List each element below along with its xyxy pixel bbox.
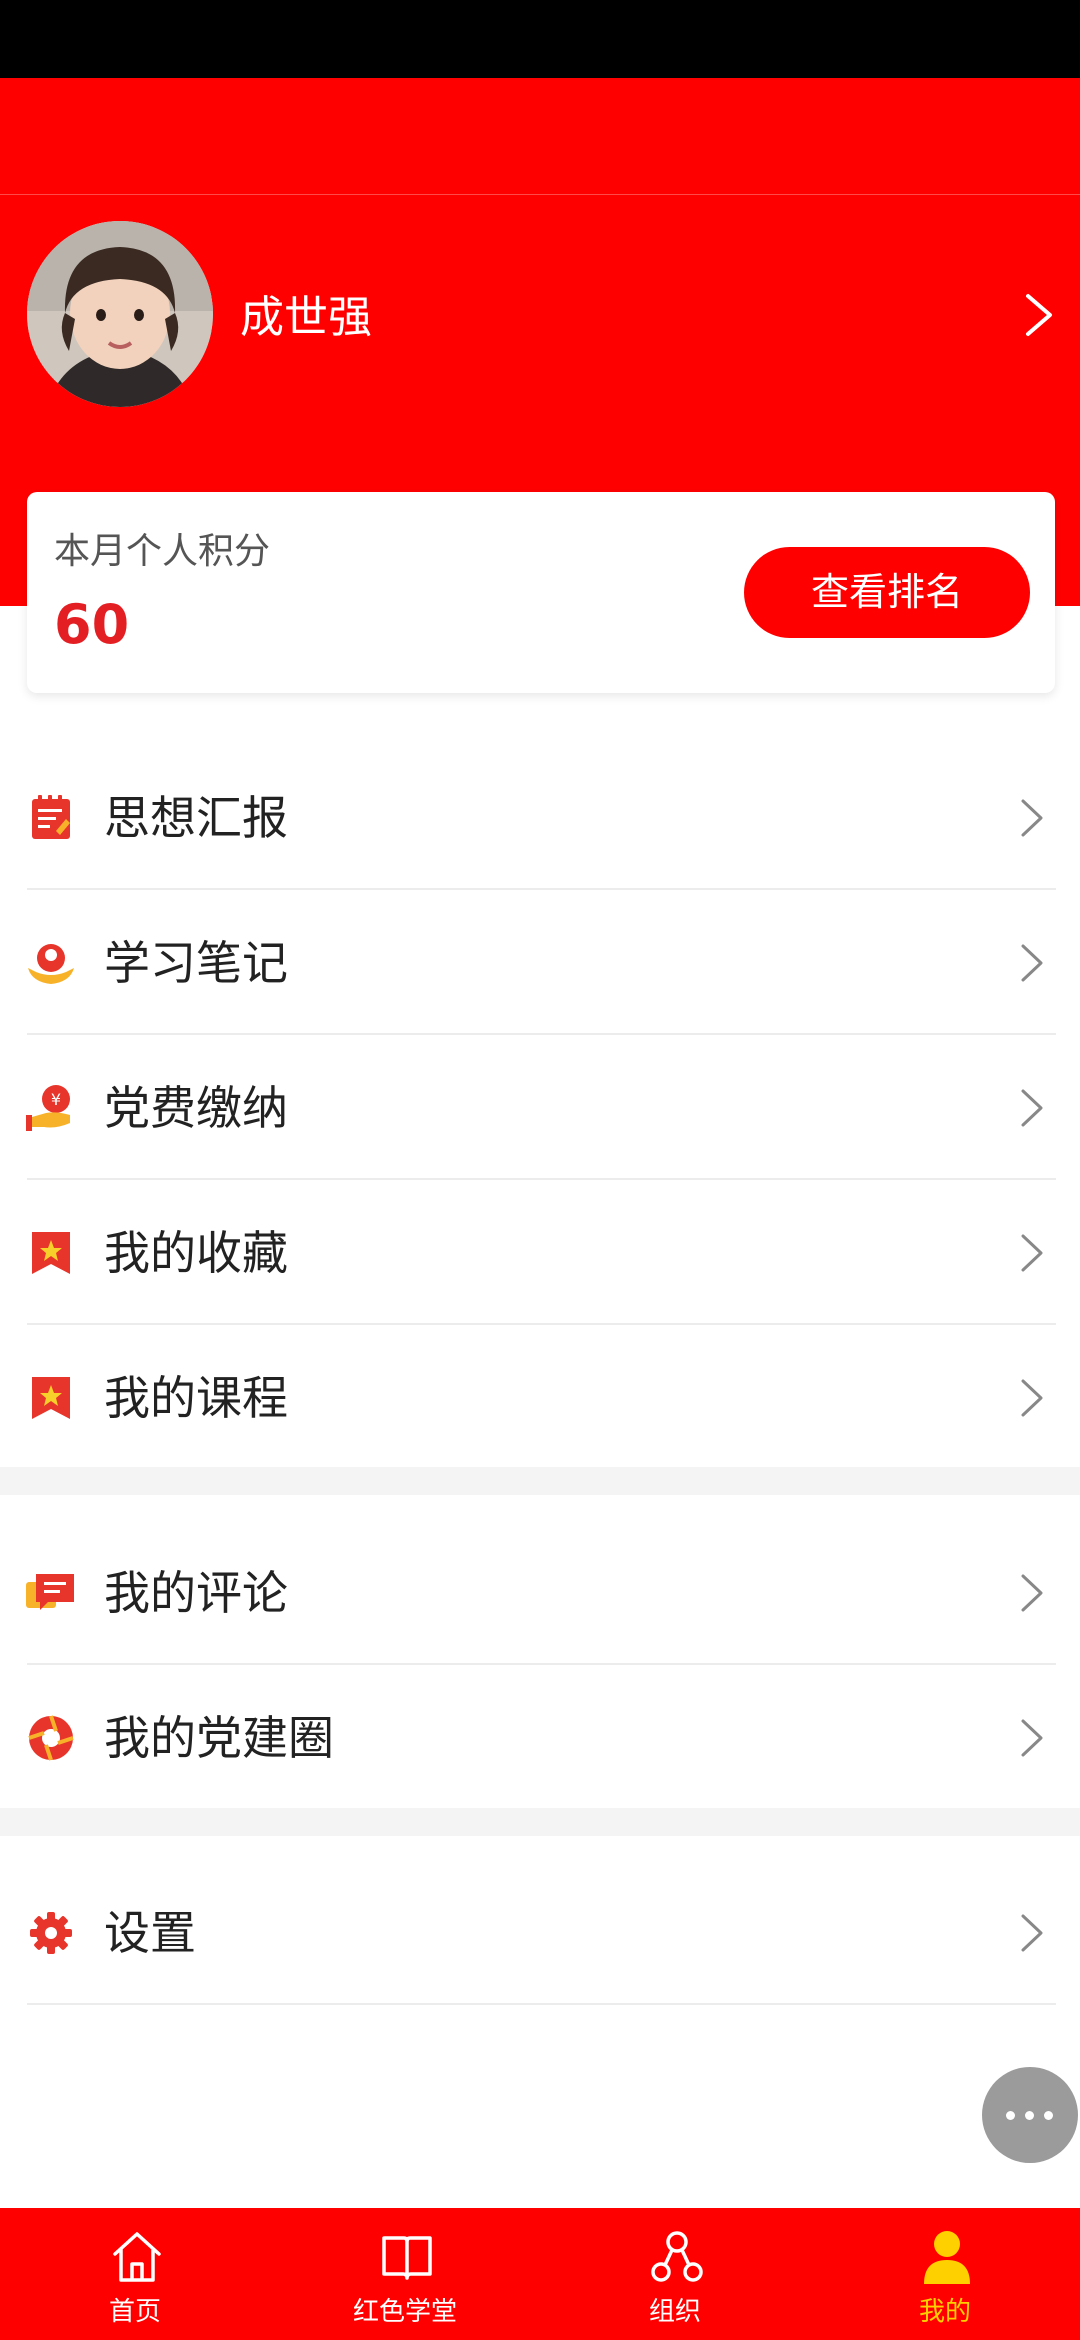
section-gap xyxy=(0,1808,1080,1836)
score-value: 60 xyxy=(54,593,130,656)
menu-item-label: 学习笔记 xyxy=(104,936,288,990)
chevron-right-icon xyxy=(1021,1234,1043,1272)
menu-item-label: 我的评论 xyxy=(104,1566,288,1620)
tab-label: 首页 xyxy=(108,2297,161,2327)
tab-home[interactable]: 首页 xyxy=(0,2208,270,2340)
menu-item-my-comments[interactable]: 我的评论 xyxy=(0,1520,1080,1665)
dot xyxy=(1025,2111,1034,2120)
circle-aperture-icon xyxy=(28,1715,74,1761)
avatar-photo xyxy=(27,221,213,407)
bottom-tab-bar: 首页 红色学堂 组织 我的 xyxy=(0,2208,1080,2340)
top-bar xyxy=(0,78,1080,195)
tab-label: 我的 xyxy=(918,2297,971,2327)
menu-item-party-circle[interactable]: 我的党建圈 xyxy=(0,1665,1080,1810)
menu-item-label: 设置 xyxy=(104,1906,196,1960)
chevron-right-icon xyxy=(1021,944,1043,982)
organization-icon xyxy=(651,2231,703,2282)
floating-more-button[interactable] xyxy=(982,2067,1078,2163)
tab-mine[interactable]: 我的 xyxy=(810,2208,1080,2340)
profile-chevron-right-icon[interactable] xyxy=(1020,290,1060,340)
menu-item-party-fee[interactable]: ¥ 党费缴纳 xyxy=(0,1035,1080,1180)
avatar[interactable] xyxy=(27,221,213,407)
comment-icon xyxy=(26,1574,74,1610)
chevron-right-icon xyxy=(1021,1719,1043,1757)
chevron-right-icon xyxy=(1021,1089,1043,1127)
menu-item-my-courses[interactable]: 我的课程 xyxy=(0,1325,1080,1470)
chevron-right-icon xyxy=(1021,1379,1043,1417)
favorites-bookmark-icon xyxy=(32,1232,70,1274)
tab-label: 组织 xyxy=(648,2297,701,2327)
study-notes-icon xyxy=(28,944,74,984)
dot xyxy=(1006,2111,1015,2120)
menu-item-label: 我的党建圈 xyxy=(104,1711,334,1765)
gear-icon xyxy=(30,1912,72,1954)
section-gap xyxy=(0,1467,1080,1495)
divider xyxy=(27,2003,1056,2005)
home-icon xyxy=(113,2232,161,2282)
chevron-right-icon xyxy=(1021,1914,1043,1952)
username: 成世强 xyxy=(240,292,372,343)
tab-label: 红色学堂 xyxy=(352,2297,457,2327)
report-icon xyxy=(32,795,70,839)
tab-organization[interactable]: 组织 xyxy=(540,2208,810,2340)
user-icon xyxy=(924,2231,970,2284)
menu-item-my-favorites[interactable]: 我的收藏 xyxy=(0,1180,1080,1325)
courses-bookmark-icon xyxy=(32,1377,70,1419)
svg-text:¥: ¥ xyxy=(51,1090,61,1109)
book-icon xyxy=(382,2236,432,2280)
score-card: 本月个人积分 60 查看排名 xyxy=(27,492,1055,693)
fee-payment-icon: ¥ xyxy=(26,1085,70,1131)
menu-item-label: 我的课程 xyxy=(104,1371,288,1425)
status-bar xyxy=(0,0,1080,78)
menu-item-label: 党费缴纳 xyxy=(104,1081,288,1135)
menu-item-label: 思想汇报 xyxy=(104,791,288,845)
menu-item-thought-report[interactable]: 思想汇报 xyxy=(0,745,1080,890)
menu-item-label: 我的收藏 xyxy=(104,1226,288,1280)
menu-item-study-notes[interactable]: 学习笔记 xyxy=(0,890,1080,1035)
score-label: 本月个人积分 xyxy=(54,531,271,572)
view-ranking-button[interactable]: 查看排名 xyxy=(744,547,1030,638)
chevron-right-icon xyxy=(1021,799,1043,837)
menu-item-settings[interactable]: 设置 xyxy=(0,1860,1080,2005)
tab-red-school[interactable]: 红色学堂 xyxy=(270,2208,540,2340)
chevron-right-icon xyxy=(1021,1574,1043,1612)
dot xyxy=(1044,2111,1053,2120)
